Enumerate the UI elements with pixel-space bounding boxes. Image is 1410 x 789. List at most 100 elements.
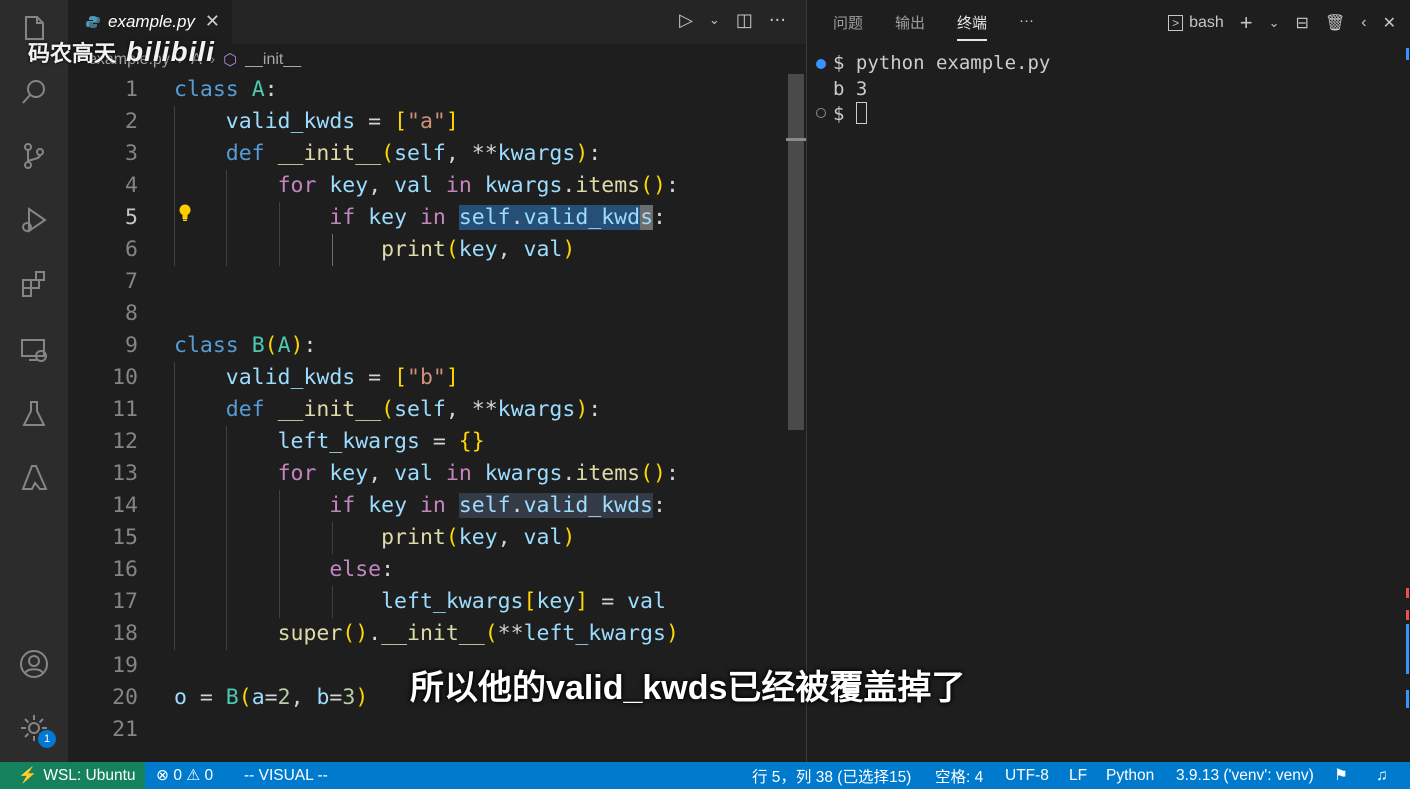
line-number: 12 xyxy=(112,429,138,454)
python-file-icon xyxy=(86,16,100,28)
code-line[interactable]: 15 print(key, val) xyxy=(68,522,788,554)
code-line[interactable]: 11 def __init__(self, **kwargs): xyxy=(68,394,788,426)
line-number: 20 xyxy=(112,685,138,710)
terminal-command: python example.py xyxy=(855,52,1051,74)
panel-tabs: 问题 输出 终端 ··· xyxy=(833,12,1034,41)
terminal-scrollbar[interactable] xyxy=(1396,40,1410,762)
terminal-cursor xyxy=(855,102,867,124)
terminal-prompt-line[interactable]: $ xyxy=(833,102,867,125)
vim-mode: -- VISUAL -- xyxy=(244,766,328,784)
chevron-down-icon[interactable]: ⌄ xyxy=(709,13,720,28)
new-terminal-icon[interactable]: + xyxy=(1240,10,1253,36)
more-tabs-icon[interactable]: ··· xyxy=(1019,12,1034,41)
code-text: def __init__(self, **kwargs): xyxy=(225,141,602,166)
line-number: 17 xyxy=(112,589,138,614)
code-line[interactable]: 10 valid_kwds = ["b"] xyxy=(68,362,788,394)
azure-icon[interactable] xyxy=(16,460,52,496)
cursor-position[interactable]: 行 5，列 38 (已选择15) xyxy=(752,762,911,789)
chevron-left-icon[interactable]: ‹ xyxy=(1361,14,1366,32)
kill-terminal-icon[interactable]: 🗑 xyxy=(1325,13,1345,33)
line-number: 2 xyxy=(125,109,138,134)
line-number: 7 xyxy=(125,269,138,294)
code-line[interactable]: 7 xyxy=(68,266,788,298)
code-line[interactable]: 5 if key in self.valid_kwds: xyxy=(68,202,788,234)
tab-problems[interactable]: 问题 xyxy=(833,12,863,41)
code-text: for key, val in kwargs.items(): xyxy=(277,461,679,486)
line-number: 14 xyxy=(112,493,138,518)
code-line[interactable]: 18 super().__init__(**left_kwargs) xyxy=(68,618,788,650)
status-bar: ⚡ WSL: Ubuntu ⊗ 0 ⚠ 0 -- VISUAL -- 行 5，列 … xyxy=(0,762,1410,789)
close-tab-icon[interactable]: ✕ xyxy=(205,11,220,32)
run-python-icon[interactable]: ▷ xyxy=(679,10,693,31)
code-line[interactable]: 12 left_kwargs = {} xyxy=(68,426,788,458)
breadcrumb-method[interactable]: __init__ xyxy=(245,51,301,69)
search-icon[interactable] xyxy=(16,74,52,110)
code-text: left_kwargs[key] = val xyxy=(381,589,666,614)
terminal-icon: > xyxy=(1168,15,1184,31)
feedback-icon[interactable]: ⚑ xyxy=(1334,762,1348,789)
warning-icon: ⚠ xyxy=(186,767,201,784)
code-editor[interactable]: 1 class A: 2 valid_kwds = ["a"] 3 def __ini… xyxy=(68,74,806,762)
line-number: 9 xyxy=(125,333,138,358)
code-line[interactable]: 4 for key, val in kwargs.items(): xyxy=(68,170,788,202)
remote-indicator[interactable]: ⚡ WSL: Ubuntu xyxy=(0,762,145,789)
code-line[interactable]: 8 xyxy=(68,298,788,330)
file-encoding[interactable]: UTF-8 xyxy=(1005,762,1049,789)
notifications-bell-icon[interactable]: ♫ xyxy=(1376,762,1388,789)
editor-scrollbar[interactable] xyxy=(786,74,806,762)
line-number: 19 xyxy=(112,653,138,678)
tab-terminal[interactable]: 终端 xyxy=(957,12,988,41)
code-line[interactable]: 17 left_kwargs[key] = val xyxy=(68,586,788,618)
line-number: 18 xyxy=(112,621,138,646)
terminal-output: b 3 xyxy=(833,78,868,100)
indentation[interactable]: 空格: 4 xyxy=(935,762,983,789)
source-control-icon[interactable] xyxy=(16,138,52,174)
language-mode[interactable]: Python xyxy=(1106,762,1154,789)
terminal-panel: 问题 输出 终端 ··· > bash + ⌄ ⊟ 🗑 ‹ ✕ $ python … xyxy=(807,0,1410,762)
line-number: 4 xyxy=(125,173,138,198)
code-line[interactable]: 3 def __init__(self, **kwargs): xyxy=(68,138,788,170)
code-line[interactable]: 21 xyxy=(68,714,788,746)
terminal-command-line: $ python example.py xyxy=(833,52,1051,74)
line-number: 15 xyxy=(112,525,138,550)
code-text: class B(A): xyxy=(174,333,317,358)
line-number: 3 xyxy=(125,141,138,166)
end-of-line[interactable]: LF xyxy=(1069,762,1087,789)
terminal-shell[interactable]: > bash xyxy=(1168,14,1224,32)
bilibili-logo: bilibili xyxy=(126,36,215,67)
command-pending-decoration[interactable] xyxy=(816,108,826,118)
lightbulb-icon[interactable] xyxy=(178,204,192,222)
code-text: valid_kwds = ["b"] xyxy=(225,365,459,390)
code-line[interactable]: 16 else: xyxy=(68,554,788,586)
line-number: 8 xyxy=(125,301,138,326)
extensions-icon[interactable] xyxy=(16,266,52,302)
split-editor-icon[interactable]: ◫ xyxy=(736,10,753,31)
method-cube-icon: ⬡ xyxy=(223,52,238,69)
code-line[interactable]: 14 if key in self.valid_kwds: xyxy=(68,490,788,522)
remote-icon: ⚡ xyxy=(18,767,38,784)
account-icon[interactable] xyxy=(16,646,52,682)
scrollbar-thumb[interactable] xyxy=(788,74,804,430)
chevron-down-icon[interactable]: ⌄ xyxy=(1269,15,1280,31)
split-terminal-icon[interactable]: ⊟ xyxy=(1296,13,1309,33)
python-interpreter[interactable]: 3.9.13 ('venv': venv) xyxy=(1176,762,1314,789)
line-number: 21 xyxy=(112,717,138,742)
more-actions-icon[interactable]: ··· xyxy=(769,10,786,31)
problems-indicator[interactable]: ⊗ 0 ⚠ 0 xyxy=(156,762,213,789)
code-line[interactable]: 1 class A: xyxy=(68,74,788,106)
code-text: super().__init__(**left_kwargs) xyxy=(277,621,679,646)
code-text: o = B(a=2, b=3) xyxy=(174,685,369,710)
run-debug-icon[interactable] xyxy=(16,202,52,238)
code-line[interactable]: 2 valid_kwds = ["a"] xyxy=(68,106,788,138)
tab-output[interactable]: 输出 xyxy=(895,12,925,41)
close-panel-icon[interactable]: ✕ xyxy=(1383,13,1396,33)
code-text: def __init__(self, **kwargs): xyxy=(225,397,602,422)
code-line[interactable]: 9 class B(A): xyxy=(68,330,788,362)
code-line[interactable]: 6 print(key, val) xyxy=(68,234,788,266)
command-success-decoration[interactable] xyxy=(816,59,826,69)
remote-explorer-icon[interactable] xyxy=(16,332,52,368)
code-line[interactable]: 13 for key, val in kwargs.items(): xyxy=(68,458,788,490)
channel-watermark: 码农高天 bilibili xyxy=(28,36,215,67)
line-number: 6 xyxy=(125,237,138,262)
testing-icon[interactable] xyxy=(16,396,52,432)
